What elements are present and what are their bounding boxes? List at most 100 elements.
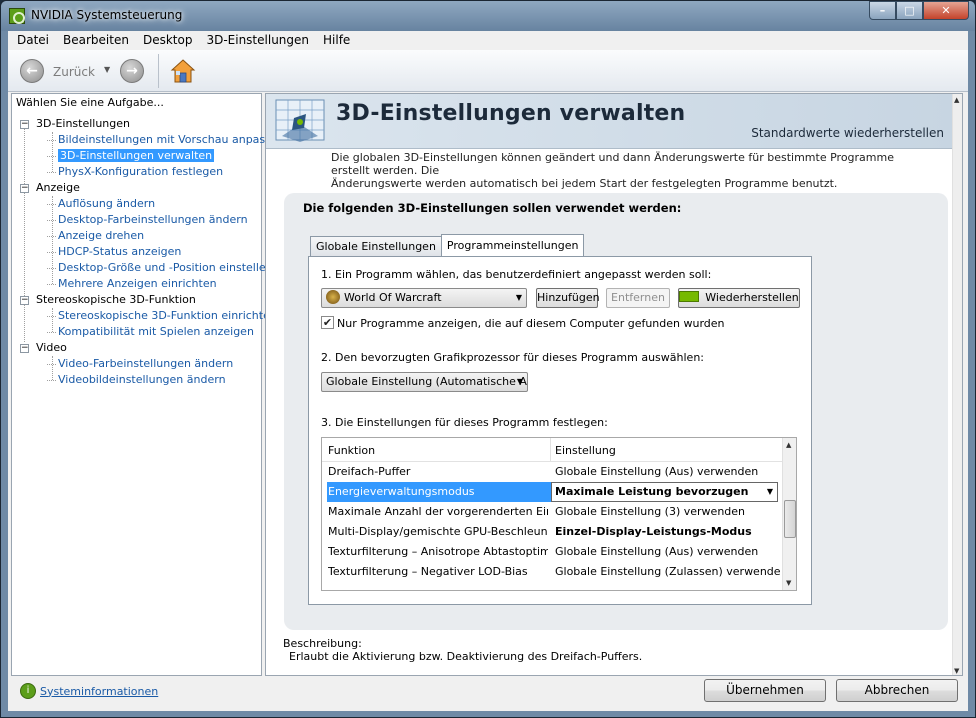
tree-item[interactable]: Stereoskopische 3D-Funktion einrichten xyxy=(18,308,285,324)
description-text: Erlaubt die Aktivierung bzw. Deaktivieru… xyxy=(289,650,643,663)
apply-button[interactable]: Übernehmen xyxy=(704,679,826,702)
toolbar: ← Zurück ▼ → xyxy=(8,50,968,92)
tree-item[interactable]: HDCP-Status anzeigen xyxy=(18,244,285,260)
collapse-icon[interactable]: − xyxy=(20,296,29,305)
collapse-icon[interactable]: − xyxy=(20,120,29,129)
table-row[interactable]: Multi-Display/gemischte GPU-Beschleunigu… xyxy=(322,522,782,542)
table-row-selected[interactable]: Energieverwaltungsmodus Maximale Leistun… xyxy=(322,482,782,502)
title-bar[interactable]: NVIDIA Systemsteuerung – □ ✕ xyxy=(1,1,975,31)
only-installed-label[interactable]: Nur Programme anzeigen, die auf diesem C… xyxy=(337,317,725,330)
client-area: Datei Bearbeiten Desktop 3D-Einstellunge… xyxy=(8,31,968,711)
task-tree: − 3D-Einstellungen Bildeinstellungen mit… xyxy=(18,116,285,388)
program-settings-page: 1. Ein Programm wählen, das benutzerdefi… xyxy=(308,256,812,605)
info-icon: i xyxy=(20,683,36,699)
category-label: 3D-Einstellungen xyxy=(36,117,131,130)
row-setting-dropdown[interactable]: Maximale Leistung bevorzugen ▼ xyxy=(551,482,778,502)
tree-category-anzeige[interactable]: − Anzeige xyxy=(18,180,285,196)
row-setting: Globale Einstellung (Aus) verwenden xyxy=(555,465,759,478)
tree-item-selected[interactable]: 3D-Einstellungen verwalten xyxy=(18,148,285,164)
back-label[interactable]: Zurück xyxy=(53,65,95,79)
tree-item[interactable]: Auflösung ändern xyxy=(18,196,285,212)
tab-strip: Globale Einstellungen Programmeinstellun… xyxy=(310,234,585,256)
table-row[interactable]: Texturfilterung – Anisotrope Abtastoptim… xyxy=(322,542,782,562)
tree-item[interactable]: PhysX-Konfiguration festlegen xyxy=(18,164,285,180)
group-title: Die folgenden 3D-Einstellungen sollen ve… xyxy=(303,201,682,215)
task-panel: Wählen Sie eine Aufgabe... − 3D-Einstell… xyxy=(11,93,285,676)
row-function: Dreifach-Puffer xyxy=(328,465,411,478)
window-title: NVIDIA Systemsteuerung xyxy=(31,8,183,22)
row-setting: Globale Einstellung (Aus) verwenden xyxy=(555,545,759,558)
tree-category-video[interactable]: − Video xyxy=(18,340,285,356)
maximize-button[interactable]: □ xyxy=(896,1,923,20)
menu-datei[interactable]: Datei xyxy=(10,31,56,50)
table-row[interactable]: Texturfilterung – Negativer LOD-Bias Glo… xyxy=(322,562,782,582)
row-setting: Einzel-Display-Leistungs-Modus xyxy=(555,525,752,538)
close-button[interactable]: ✕ xyxy=(923,1,969,20)
tab-program-settings[interactable]: Programmeinstellungen xyxy=(440,234,585,256)
category-label: Stereoskopische 3D-Funktion xyxy=(36,293,196,306)
only-installed-checkbox[interactable]: ✔ xyxy=(321,316,334,329)
step2-label: 2. Den bevorzugten Grafikprozessor für d… xyxy=(321,351,704,364)
gpu-select-value: Globale Einstellung (Automatische Aus xyxy=(326,375,528,388)
system-info-link[interactable]: i Systeminformationen xyxy=(20,682,158,700)
tree-item[interactable]: Mehrere Anzeigen einrichten xyxy=(18,276,285,292)
tree-item[interactable]: Videobildeinstellungen ändern xyxy=(18,372,285,388)
remove-program-button[interactable]: Entfernen xyxy=(606,288,670,308)
tree-category-stereo[interactable]: − Stereoskopische 3D-Funktion xyxy=(18,292,285,308)
tree-item[interactable]: Kompatibilität mit Spielen anzeigen xyxy=(18,324,285,340)
program-select[interactable]: World Of Warcraft ▼ xyxy=(321,288,527,308)
menu-desktop[interactable]: Desktop xyxy=(136,31,200,50)
settings-group: Die folgenden 3D-Einstellungen sollen ve… xyxy=(284,193,948,630)
main-scrollbar[interactable]: ▲ ▼ xyxy=(952,94,962,675)
restore-program-button[interactable]: Wiederherstellen xyxy=(678,288,800,308)
tree-category-3d[interactable]: − 3D-Einstellungen xyxy=(18,116,285,132)
scroll-up-icon[interactable]: ▲ xyxy=(786,441,791,449)
tree-item-label[interactable]: 3D-Einstellungen verwalten xyxy=(58,149,215,162)
back-arrow-icon[interactable]: ← xyxy=(20,59,44,83)
minimize-button[interactable]: – xyxy=(869,1,896,20)
grid-header: Funktion Einstellung xyxy=(322,438,782,462)
menu-bearbeiten[interactable]: Bearbeiten xyxy=(56,31,136,50)
row-function: Multi-Display/gemischte GPU-Beschleunigu… xyxy=(328,525,548,538)
scroll-up-icon[interactable]: ▲ xyxy=(954,96,959,104)
add-program-button[interactable]: Hinzufügen xyxy=(536,288,600,308)
tree-item[interactable]: Video-Farbeinstellungen ändern xyxy=(18,356,285,372)
table-row[interactable]: Maximale Anzahl der vorgerenderten Einz.… xyxy=(322,502,782,522)
tree-item[interactable]: Desktop-Größe und -Position einstellen xyxy=(18,260,285,276)
gpu-select[interactable]: Globale Einstellung (Automatische Aus ▼ xyxy=(321,372,528,392)
system-info-label[interactable]: Systeminformationen xyxy=(40,685,158,698)
forward-arrow-icon[interactable]: → xyxy=(120,59,144,83)
scroll-down-icon[interactable]: ▼ xyxy=(786,579,791,587)
tree-item[interactable]: Anzeige drehen xyxy=(18,228,285,244)
restore-label: Wiederherstellen xyxy=(705,291,799,304)
chevron-down-icon: ▼ xyxy=(516,377,523,386)
step1-label: 1. Ein Programm wählen, das benutzerdefi… xyxy=(321,268,712,281)
row-setting: Globale Einstellung (Zulassen) verwenden xyxy=(555,565,780,578)
scroll-down-icon[interactable]: ▼ xyxy=(954,667,959,675)
restore-defaults-link[interactable]: Standardwerte wiederherstellen xyxy=(751,126,944,140)
column-header-setting[interactable]: Einstellung xyxy=(555,444,616,457)
chevron-down-icon[interactable]: ▼ xyxy=(767,483,773,501)
cancel-button[interactable]: Abbrechen xyxy=(836,679,958,702)
tree-item[interactable]: Desktop-Farbeinstellungen ändern xyxy=(18,212,285,228)
main-panel: 3D-Einstellungen verwalten Standardwerte… xyxy=(265,93,963,676)
history-dropdown-icon[interactable]: ▼ xyxy=(104,65,110,74)
row-function: Energieverwaltungsmodus xyxy=(327,482,551,502)
settings-grid: Funktion Einstellung Dreifach-Puffer Glo… xyxy=(321,437,797,591)
collapse-icon[interactable]: − xyxy=(20,184,29,193)
tree-item[interactable]: Bildeinstellungen mit Vorschau anpassen xyxy=(18,132,285,148)
collapse-icon[interactable]: − xyxy=(20,344,29,353)
app-window: NVIDIA Systemsteuerung – □ ✕ Datei Bearb… xyxy=(0,0,976,718)
3d-settings-icon xyxy=(275,99,325,142)
row-setting-value: Maximale Leistung bevorzugen xyxy=(555,485,749,498)
tab-global-settings[interactable]: Globale Einstellungen xyxy=(310,236,442,256)
home-icon[interactable] xyxy=(170,58,196,84)
menu-hilfe[interactable]: Hilfe xyxy=(316,31,357,50)
intro-line: Die globalen 3D-Einstellungen können geä… xyxy=(331,151,894,177)
category-label: Video xyxy=(36,341,67,354)
scroll-thumb[interactable] xyxy=(784,500,796,538)
grid-scrollbar[interactable]: ▲ ▼ xyxy=(782,438,796,590)
table-row[interactable]: Dreifach-Puffer Globale Einstellung (Aus… xyxy=(322,462,782,482)
menu-3d-einstellungen[interactable]: 3D-Einstellungen xyxy=(199,31,316,50)
column-header-function[interactable]: Funktion xyxy=(328,444,375,457)
